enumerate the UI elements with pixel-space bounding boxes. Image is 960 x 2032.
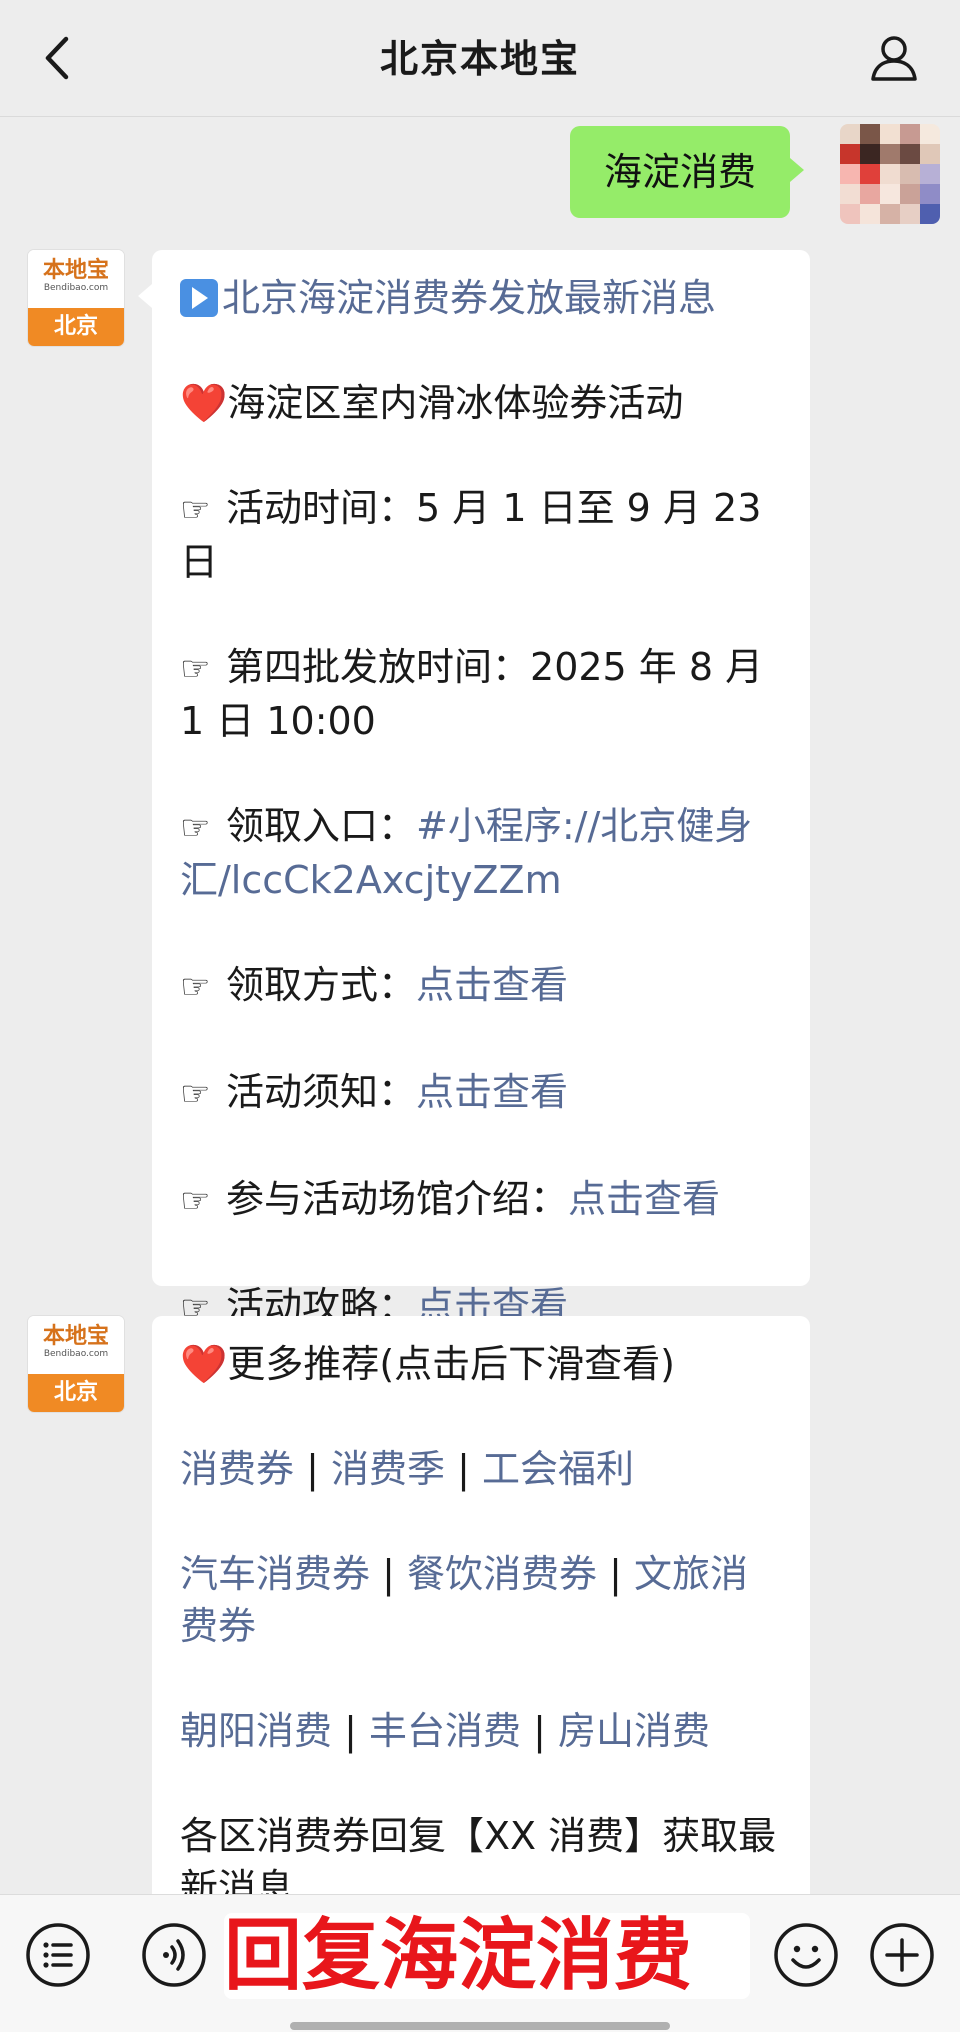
entry-line: ☞ 领取入口：#小程序://北京健身汇/lccCk2AxcjtyZZm — [180, 800, 782, 906]
avatar-logo-top: 本地宝 Bendibao.com — [28, 250, 124, 308]
pointing-hand-icon: ☞ — [180, 490, 211, 530]
method-label: 领取方式： — [226, 963, 417, 1007]
link-chaoyang[interactable]: 朝阳消费 — [180, 1709, 332, 1753]
separator: | — [457, 1447, 470, 1491]
incoming-message-bubble: 北京海淀消费券发放最新消息 ❤️海淀区室内滑冰体验券活动 ☞ 活动时间：5 月 1… — [138, 250, 810, 1328]
plus-icon — [870, 1923, 934, 1987]
heart-icon: ❤️ — [180, 1342, 228, 1386]
user-avatar[interactable] — [840, 124, 940, 224]
menu-button[interactable] — [24, 1921, 92, 1989]
method-link[interactable]: 点击查看 — [416, 963, 568, 1007]
activity-time-line: ☞ 活动时间：5 月 1 日至 9 月 23 日 — [180, 482, 782, 588]
logo-city: 北京 — [28, 1374, 124, 1412]
notice-link[interactable]: 点击查看 — [416, 1070, 568, 1114]
link-fangshan[interactable]: 房山消费 — [558, 1709, 710, 1753]
pointing-hand-icon: ☞ — [180, 1181, 211, 1221]
link-union-welfare[interactable]: 工会福利 — [482, 1447, 634, 1491]
recommend-row-1: 消费券 | 消费季 | 工会福利 — [180, 1443, 782, 1495]
link-voucher[interactable]: 消费券 — [180, 1447, 294, 1491]
logo-domain: Bendibao.com — [43, 283, 109, 293]
link-car-voucher[interactable]: 汽车消费券 — [180, 1552, 370, 1596]
headline-link[interactable]: 北京海淀消费券发放最新消息 — [222, 276, 716, 320]
pointing-hand-icon: ☞ — [180, 1074, 211, 1114]
pointing-hand-icon: ☞ — [180, 649, 211, 689]
outgoing-message-row: 海淀消费 — [540, 124, 940, 224]
more-title-line: ❤️更多推荐(点击后下滑查看) — [180, 1338, 782, 1390]
venue-link[interactable]: 点击查看 — [568, 1177, 720, 1221]
pointing-hand-icon: ☞ — [180, 808, 211, 848]
separator: | — [382, 1552, 395, 1596]
top-nav-bar: 北京本地宝 — [0, 0, 960, 117]
venue-line: ☞ 参与活动场馆介绍：点击查看 — [180, 1173, 782, 1227]
play-button-icon — [180, 279, 218, 317]
more-title: 更多推荐(点击后下滑查看) — [227, 1342, 675, 1386]
activity-title-line: ❤️海淀区室内滑冰体验券活动 — [180, 377, 782, 429]
emoji-icon — [774, 1923, 838, 1987]
outgoing-message-bubble[interactable]: 海淀消费 — [570, 126, 804, 218]
official-account-avatar[interactable]: 本地宝 Bendibao.com 北京 — [28, 250, 124, 346]
entry-label: 领取入口： — [226, 804, 417, 848]
message-input[interactable]: 回复海淀消费 — [224, 1913, 750, 1999]
activity-title: 海淀区室内滑冰体验券活动 — [227, 381, 684, 425]
official-account-avatar[interactable]: 本地宝 Bendibao.com 北京 — [28, 1316, 124, 1412]
link-fengtai[interactable]: 丰台消费 — [369, 1709, 521, 1753]
bottom-toolbar: 回复海淀消费 — [0, 1894, 960, 2032]
separator: | — [609, 1552, 622, 1596]
method-line: ☞ 领取方式：点击查看 — [180, 959, 782, 1013]
link-season[interactable]: 消费季 — [331, 1447, 445, 1491]
voice-icon — [142, 1923, 206, 1987]
avatar-logo-top: 本地宝 Bendibao.com — [28, 1316, 124, 1374]
logo-domain: Bendibao.com — [43, 1349, 109, 1359]
recommend-row-2: 汽车消费券 | 餐饮消费券 | 文旅消费券 — [180, 1548, 782, 1652]
venue-label: 参与活动场馆介绍： — [226, 1177, 569, 1221]
incoming-message-bubble: ❤️更多推荐(点击后下滑查看) 消费券 | 消费季 | 工会福利 汽车消费券 |… — [152, 1316, 810, 1956]
home-indicator[interactable] — [290, 2022, 670, 2030]
separator: | — [344, 1709, 357, 1753]
link-dining-voucher[interactable]: 餐饮消费券 — [407, 1552, 597, 1596]
separator: | — [306, 1447, 319, 1491]
profile-button[interactable] — [864, 28, 924, 88]
logo-text: 本地宝 — [42, 1323, 109, 1349]
add-button[interactable] — [868, 1921, 936, 1989]
time-label: 活动时间： — [226, 486, 417, 530]
voice-button[interactable] — [140, 1921, 208, 1989]
logo-city: 北京 — [28, 308, 124, 346]
pointing-hand-icon: ☞ — [180, 967, 211, 1007]
headline-line[interactable]: 北京海淀消费券发放最新消息 — [180, 272, 782, 324]
chat-title: 北京本地宝 — [379, 37, 580, 81]
batch-time-line: ☞ 第四批发放时间：2025 年 8 月 1 日 10:00 — [180, 641, 782, 747]
list-menu-icon — [26, 1923, 90, 1987]
separator: | — [533, 1709, 546, 1753]
batch-label: 第四批发放时间： — [226, 645, 531, 689]
emoji-button[interactable] — [772, 1921, 840, 1989]
notice-label: 活动须知： — [226, 1070, 417, 1114]
user-icon — [871, 36, 917, 81]
recommend-row-3: 朝阳消费 | 丰台消费 | 房山消费 — [180, 1705, 782, 1757]
logo-text: 本地宝 — [42, 257, 109, 283]
notice-line: ☞ 活动须知：点击查看 — [180, 1066, 782, 1120]
heart-icon: ❤️ — [180, 381, 228, 425]
